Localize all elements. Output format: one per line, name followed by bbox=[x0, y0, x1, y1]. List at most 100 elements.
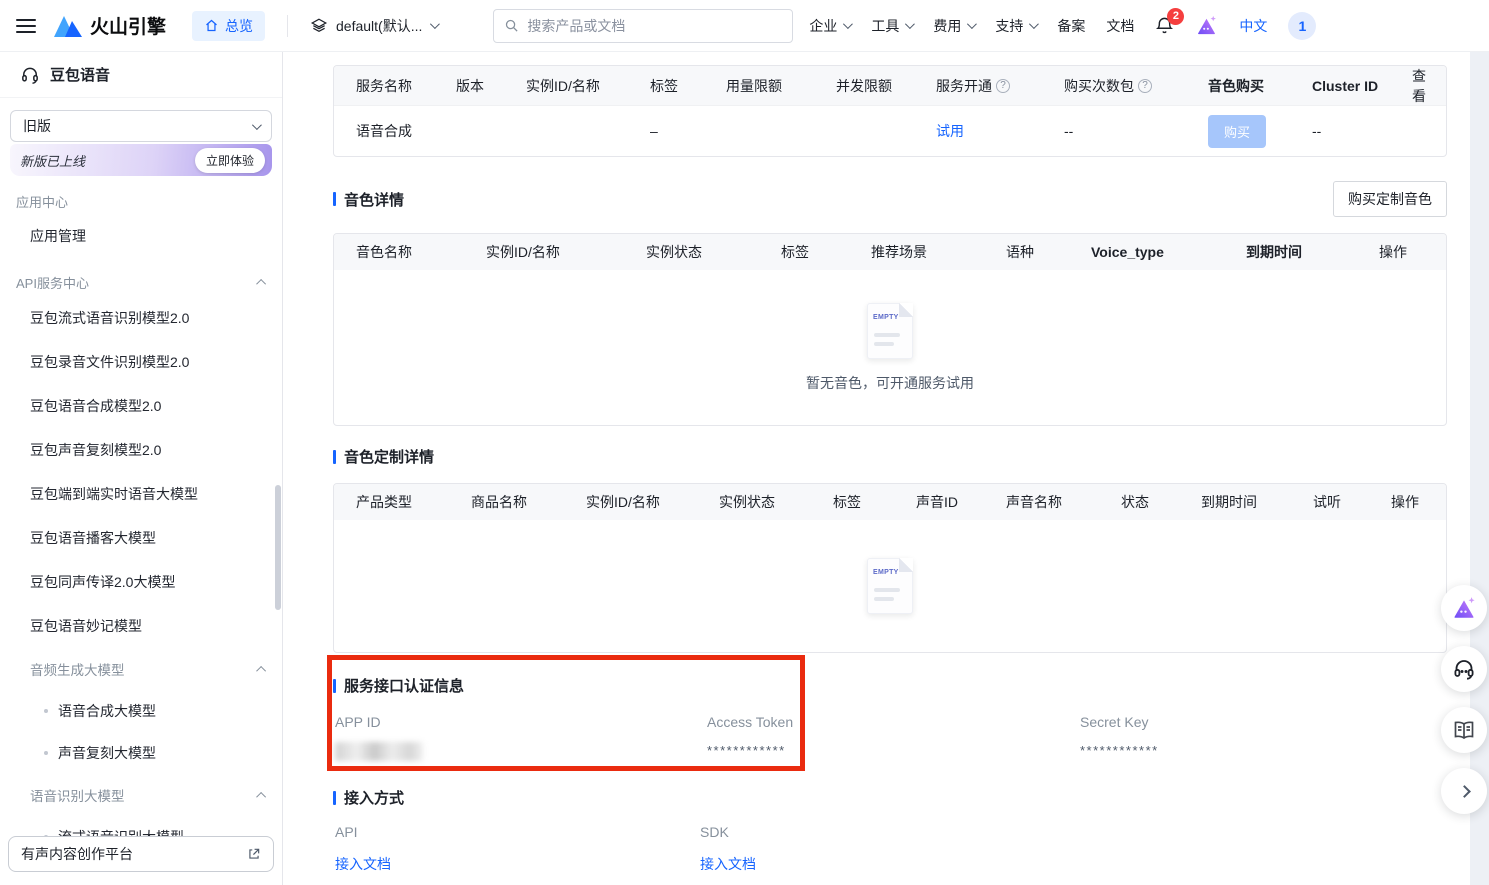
col-instance: 实例ID/名称 bbox=[526, 76, 650, 96]
col-language: 语种 bbox=[1006, 242, 1091, 262]
col-goods-name: 商品名称 bbox=[471, 492, 586, 512]
cell-package: -- bbox=[1064, 123, 1208, 139]
sdk-doc-link[interactable]: 接入文档 bbox=[700, 856, 756, 872]
voice-table-header: 音色名称 实例ID/名称 实例状态 标签 推荐场景 语种 Voice_type … bbox=[334, 234, 1446, 270]
sidebar-item-voice-clone-2[interactable]: 豆包声音复刻模型2.0 bbox=[0, 428, 282, 472]
subgroup-audio-gen[interactable]: 音频生成大模型 bbox=[0, 648, 282, 690]
sdk-access-field: SDK 接入文档 bbox=[700, 824, 1447, 874]
sidebar-item-file-asr-2[interactable]: 豆包录音文件识别模型2.0 bbox=[0, 340, 282, 384]
cell-voice-buy: 购买 bbox=[1208, 115, 1312, 148]
sidebar-item-clone-large[interactable]: 声音复刻大模型 bbox=[0, 732, 282, 774]
sidebar-item-tts-large[interactable]: 语音合成大模型 bbox=[0, 690, 282, 732]
sidebar-item-label: 豆包声音复刻模型2.0 bbox=[30, 440, 161, 460]
menu-label: 费用 bbox=[933, 16, 961, 36]
buy-custom-voice-button[interactable]: 购买定制音色 bbox=[1333, 181, 1447, 217]
col-expire: 到期时间 bbox=[1201, 492, 1313, 512]
api-access-field: API 接入文档 bbox=[335, 824, 700, 874]
volcengine-logo[interactable]: 火山引擎 bbox=[54, 12, 166, 39]
try-now-button[interactable]: 立即体验 bbox=[195, 148, 265, 173]
sidebar-item-simul-interp[interactable]: 豆包同声传译2.0大模型 bbox=[0, 560, 282, 604]
section-title-label: 服务接口认证信息 bbox=[344, 675, 464, 696]
sidebar-item-label: 声音复刻大模型 bbox=[58, 743, 156, 763]
logo-text: 火山引擎 bbox=[90, 12, 166, 39]
documentation-fab[interactable] bbox=[1441, 707, 1487, 753]
avatar[interactable]: 1 bbox=[1288, 12, 1316, 40]
access-token-label: Access Token bbox=[707, 714, 1080, 730]
sidebar-item-tts-2[interactable]: 豆包语音合成模型2.0 bbox=[0, 384, 282, 428]
overview-button[interactable]: 总览 bbox=[192, 11, 265, 41]
menu-tools[interactable]: 工具 bbox=[871, 16, 912, 36]
col-voice-type: Voice_type bbox=[1091, 244, 1246, 260]
new-version-banner: 新版已上线 立即体验 bbox=[10, 144, 272, 176]
collapse-panel-fab[interactable] bbox=[1441, 768, 1487, 814]
external-link-icon bbox=[247, 847, 261, 861]
menu-billing[interactable]: 费用 bbox=[933, 16, 974, 36]
version-select[interactable]: 旧版 bbox=[10, 110, 272, 142]
help-icon[interactable]: ? bbox=[996, 79, 1010, 93]
notification-bell[interactable]: 2 bbox=[1155, 16, 1174, 35]
access-section: 接入方式 API 接入文档 SDK 接入文档 bbox=[333, 787, 1447, 874]
api-doc-link[interactable]: 接入文档 bbox=[335, 856, 391, 872]
language-switch[interactable]: 中文 bbox=[1239, 16, 1267, 36]
trial-link[interactable]: 试用 bbox=[936, 121, 1064, 141]
title-accent-bar bbox=[333, 450, 336, 464]
auth-section: 服务接口认证信息 APP ID Access Token ***********… bbox=[333, 675, 1447, 761]
col-package: 购买次数包? bbox=[1064, 76, 1208, 96]
title-accent-bar bbox=[333, 192, 336, 206]
col-instance: 实例ID/名称 bbox=[486, 242, 646, 262]
cell-tag: – bbox=[650, 123, 726, 139]
customer-service-fab[interactable] bbox=[1441, 646, 1487, 692]
sidebar-scrollbar[interactable] bbox=[275, 485, 281, 610]
col-audition: 试听 bbox=[1313, 492, 1391, 512]
secret-key-value: ************ bbox=[1080, 743, 1447, 758]
col-open-label: 服务开通 bbox=[936, 76, 992, 96]
menu-support[interactable]: 支持 bbox=[995, 16, 1036, 36]
menu-label: 支持 bbox=[995, 16, 1023, 36]
audio-creation-platform-link[interactable]: 有声内容创作平台 bbox=[8, 836, 274, 872]
ai-assistant-fab[interactable] bbox=[1441, 585, 1487, 631]
chevron-right-icon bbox=[1458, 785, 1471, 798]
group-api-center[interactable]: API服务中心 bbox=[0, 257, 282, 296]
col-quota: 用量限额 bbox=[726, 76, 836, 96]
menu-label: 企业 bbox=[809, 16, 837, 36]
hamburger-menu-icon[interactable] bbox=[16, 19, 36, 33]
menu-enterprise[interactable]: 企业 bbox=[809, 16, 850, 36]
link-beian[interactable]: 备案 bbox=[1057, 16, 1085, 36]
sidebar-item-label: 豆包语音合成模型2.0 bbox=[30, 396, 161, 416]
search-input[interactable] bbox=[527, 18, 782, 34]
access-title: 接入方式 bbox=[333, 787, 1447, 808]
help-icon[interactable]: ? bbox=[1138, 79, 1152, 93]
project-selector[interactable]: default(默认... bbox=[310, 16, 437, 36]
sidebar-item-app-manage[interactable]: 应用管理 bbox=[0, 215, 282, 257]
home-icon bbox=[204, 18, 219, 33]
chevron-down-icon bbox=[905, 19, 915, 29]
col-expire: 到期时间 bbox=[1246, 242, 1379, 262]
col-status: 状态 bbox=[1121, 492, 1201, 512]
col-cluster-id: Cluster ID bbox=[1312, 78, 1412, 94]
subgroup-label: 语音识别大模型 bbox=[30, 785, 125, 805]
service-table-header: 服务名称 版本 实例ID/名称 标签 用量限额 并发限额 服务开通? 购买次数包… bbox=[334, 66, 1446, 105]
banner-text: 新版已上线 bbox=[20, 151, 85, 170]
chevron-up-icon bbox=[256, 791, 266, 801]
sidebar-item-e2e-realtime[interactable]: 豆包端到端实时语音大模型 bbox=[0, 472, 282, 516]
col-concurrency: 并发限额 bbox=[836, 76, 936, 96]
sidebar-item-miaoji[interactable]: 豆包语音妙记模型 bbox=[0, 604, 282, 648]
subgroup-asr[interactable]: 语音识别大模型 bbox=[0, 774, 282, 816]
ai-assistant-icon[interactable] bbox=[1195, 14, 1218, 37]
app-window: 火山引擎 总览 default(默认... 企业 工具 费用 bbox=[0, 0, 1489, 885]
link-docs[interactable]: 文档 bbox=[1106, 16, 1134, 36]
col-package-label: 购买次数包 bbox=[1064, 76, 1134, 96]
sidebar: 豆包语音 旧版 新版已上线 立即体验 应用中心 应用管理 API服务中心 豆包流… bbox=[0, 52, 283, 885]
col-tag: 标签 bbox=[650, 76, 726, 96]
sidebar-item-stream-asr-2[interactable]: 豆包流式语音识别模型2.0 bbox=[0, 296, 282, 340]
page-scrollbar-track[interactable] bbox=[1470, 52, 1489, 885]
buy-button[interactable]: 购买 bbox=[1208, 115, 1266, 148]
col-version: 版本 bbox=[456, 76, 526, 96]
bullet-dot bbox=[44, 751, 48, 755]
sidebar-item-podcast[interactable]: 豆包语音播客大模型 bbox=[0, 516, 282, 560]
section-title-label: 接入方式 bbox=[344, 787, 404, 808]
col-voice-name: 声音名称 bbox=[1006, 492, 1121, 512]
sidebar-item-label: 豆包语音妙记模型 bbox=[30, 616, 142, 636]
sidebar-item-label: 应用管理 bbox=[30, 226, 86, 246]
col-instance: 实例ID/名称 bbox=[586, 492, 719, 512]
